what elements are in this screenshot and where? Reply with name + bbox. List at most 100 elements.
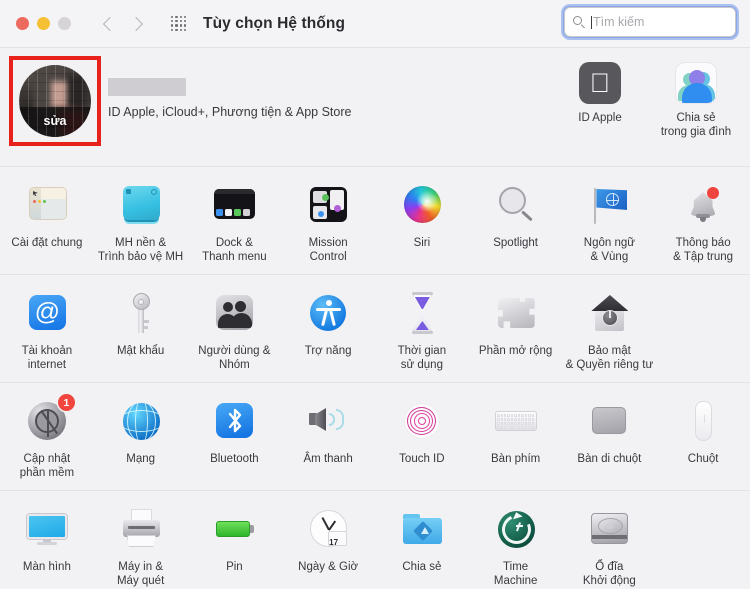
pref-trackpad[interactable]: Bàn di chuột — [563, 383, 657, 490]
bluetooth-icon — [210, 397, 258, 445]
network-icon — [117, 397, 165, 445]
pref-keyboard[interactable]: Bàn phím — [469, 383, 563, 490]
family-sharing-icon — [675, 62, 717, 104]
apple-logo-icon:  — [579, 62, 621, 104]
pref-sharing[interactable]: Chia sẻ — [375, 491, 469, 589]
pref-mission-control[interactable]: Mission Control — [281, 167, 375, 274]
pref-group-1: Cài đặt chung MH nền & Trình bảo vệ MH D… — [0, 167, 750, 275]
security-privacy-icon — [585, 289, 633, 337]
pref-sound[interactable]: Âm thanh — [281, 383, 375, 490]
pref-label: Time Machine — [493, 561, 538, 587]
pref-bluetooth[interactable]: Bluetooth — [188, 383, 282, 490]
pref-label: Bàn phím — [491, 453, 541, 465]
battery-icon — [210, 505, 258, 553]
internet-accounts-icon: @ — [23, 289, 71, 337]
minimize-button[interactable] — [37, 17, 50, 30]
pref-desktop-screensaver[interactable]: MH nền & Trình bảo vệ MH — [94, 167, 188, 274]
calendar-day: 17 — [329, 538, 339, 546]
pref-startup-disk[interactable]: Ổ đĩa Khởi động — [563, 491, 657, 589]
pref-label: Màn hình — [22, 561, 71, 573]
pref-label: Cài đặt chung — [11, 237, 83, 249]
pref-label: Spotlight — [493, 237, 538, 249]
pref-label: Trợ năng — [304, 345, 352, 357]
search-icon — [573, 15, 586, 29]
pref-label: Máy in & Máy quét — [116, 561, 165, 587]
pref-label: Cập nhật phần mềm — [19, 453, 75, 479]
keyboard-icon — [492, 397, 540, 445]
pref-apple-id[interactable]:  ID Apple — [552, 62, 648, 139]
titlebar: Tùy chọn Hệ thống Tìm kiếm — [0, 0, 750, 48]
pref-empty-slot — [656, 491, 750, 589]
mouse-icon — [679, 397, 727, 445]
navigation-buttons — [101, 17, 145, 31]
system-preferences-window: Tùy chọn Hệ thống Tìm kiếm sửa ID Apple, — [0, 0, 750, 589]
pref-date-time[interactable]: 17 Ngày & Giờ — [281, 491, 375, 589]
zoom-button[interactable] — [58, 17, 71, 30]
pref-label-line2: trong gia đình — [660, 126, 732, 138]
pref-group-4: Màn hình Máy in & Máy quét Pin 17 Ngày &… — [0, 491, 750, 589]
apple-id-account-row[interactable]: sửa ID Apple, iCloud+, Phương tiện & App… — [0, 48, 750, 167]
pref-accessibility[interactable]: Trợ năng — [281, 275, 375, 382]
account-text: ID Apple, iCloud+, Phương tiện & App Sto… — [108, 78, 351, 119]
displays-icon — [23, 505, 71, 553]
pref-internet-accounts[interactable]: @ Tài khoản internet — [0, 275, 94, 382]
pref-label: Mạng — [126, 453, 156, 465]
pref-label: ID Apple — [578, 112, 622, 124]
pref-notifications-focus[interactable]: Thông báo & Tập trung — [656, 167, 750, 274]
pref-row: 1 Cập nhật phần mềm Mạng Bluetooth Âm th… — [0, 383, 750, 490]
pref-label: Mật khẩu — [116, 345, 165, 357]
pref-label: Bluetooth — [210, 453, 259, 465]
pref-general[interactable]: Cài đặt chung — [0, 167, 94, 274]
pref-label: Ngôn ngữ & Vùng — [583, 237, 635, 263]
date-time-icon: 17 — [304, 505, 352, 553]
pref-empty-slot — [656, 275, 750, 382]
pref-label: Ngày & Giờ — [298, 561, 359, 573]
pref-time-machine[interactable]: Time Machine — [469, 491, 563, 589]
pref-family-sharing[interactable]: Chia sẻ trong gia đình — [648, 62, 744, 139]
pref-displays[interactable]: Màn hình — [0, 491, 94, 589]
pref-spotlight[interactable]: Spotlight — [469, 167, 563, 274]
dock-icon — [210, 181, 258, 229]
users-groups-icon — [210, 289, 258, 337]
pref-label: Chia sẻ trong gia đình — [648, 111, 744, 139]
pref-dock-menubar[interactable]: Dock & Thanh menu — [188, 167, 282, 274]
touch-id-icon — [398, 397, 446, 445]
avatar[interactable]: sửa — [19, 65, 91, 137]
pref-group-3: 1 Cập nhật phần mềm Mạng Bluetooth Âm th… — [0, 383, 750, 491]
pref-label: Siri — [413, 237, 431, 249]
pref-siri[interactable]: Siri — [375, 167, 469, 274]
text-caret — [591, 15, 592, 29]
siri-icon — [398, 181, 446, 229]
printers-icon — [117, 505, 165, 553]
mission-control-icon — [304, 181, 352, 229]
screen-time-icon — [398, 289, 446, 337]
status-badge: 1 — [57, 394, 75, 411]
pref-label: Pin — [226, 561, 243, 573]
pref-touch-id[interactable]: Touch ID — [375, 383, 469, 490]
pref-passwords[interactable]: Mật khẩu — [94, 275, 188, 382]
sharing-icon — [398, 505, 446, 553]
pref-security-privacy[interactable]: Bảo mật & Quyền riêng tư — [563, 275, 657, 382]
trackpad-icon — [585, 397, 633, 445]
pref-battery[interactable]: Pin — [188, 491, 282, 589]
pref-label: MH nền & Trình bảo vệ MH — [98, 237, 184, 263]
avatar-edit-label[interactable]: sửa — [19, 114, 91, 128]
extensions-icon — [492, 289, 540, 337]
close-button[interactable] — [16, 17, 29, 30]
back-chevron-icon[interactable] — [101, 17, 115, 31]
pref-language-region[interactable]: Ngôn ngữ & Vùng — [563, 167, 657, 274]
pref-extensions[interactable]: Phần mở rộng — [469, 275, 563, 382]
pref-screen-time[interactable]: Thời gian sử dụng — [375, 275, 469, 382]
search-input[interactable]: Tìm kiếm — [563, 6, 737, 38]
show-all-grid-icon[interactable] — [171, 15, 187, 32]
search-container: Tìm kiếm — [563, 6, 737, 38]
passwords-key-icon — [117, 289, 165, 337]
pref-mouse[interactable]: Chuột — [656, 383, 750, 490]
pref-network[interactable]: Mạng — [94, 383, 188, 490]
pref-label: Phần mở rộng — [478, 345, 553, 357]
forward-chevron-icon[interactable] — [131, 17, 145, 31]
pref-software-update[interactable]: 1 Cập nhật phần mềm — [0, 383, 94, 490]
window-title: Tùy chọn Hệ thống — [203, 14, 346, 32]
pref-users-groups[interactable]: Người dùng & Nhóm — [188, 275, 282, 382]
pref-printers-scanners[interactable]: Máy in & Máy quét — [94, 491, 188, 589]
